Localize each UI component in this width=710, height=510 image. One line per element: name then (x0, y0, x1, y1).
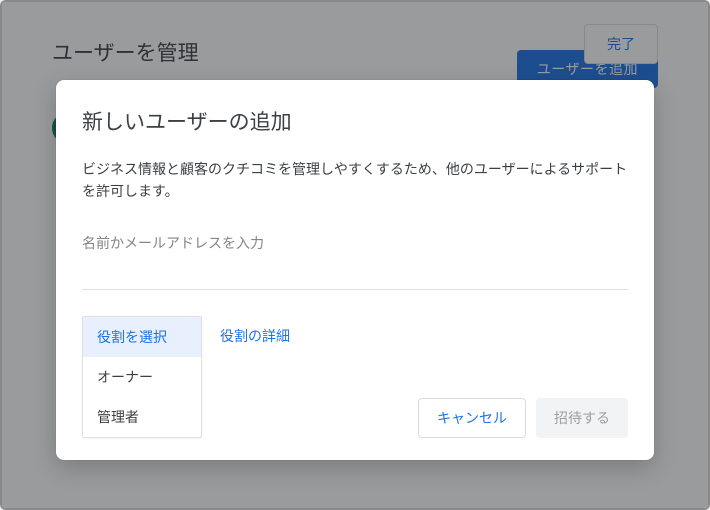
cancel-button[interactable]: キャンセル (418, 398, 526, 438)
invite-button: 招待する (536, 398, 628, 438)
role-option-manager[interactable]: 管理者 (83, 397, 201, 437)
dialog-title: 新しいユーザーの追加 (82, 106, 628, 136)
role-select-dropdown[interactable]: 役割を選択 オーナー 管理者 (82, 316, 202, 438)
divider (82, 289, 628, 290)
role-details-link[interactable]: 役割の詳細 (220, 316, 290, 346)
dialog-description: ビジネス情報と顧客のクチコミを管理しやすくするため、他のユーザーによるサポートを… (82, 158, 628, 203)
add-user-dialog: 新しいユーザーの追加 ビジネス情報と顧客のクチコミを管理しやすくするため、他のユ… (56, 80, 654, 460)
role-option-placeholder[interactable]: 役割を選択 (83, 317, 201, 357)
role-option-owner[interactable]: オーナー (83, 357, 201, 397)
name-email-input[interactable]: 名前かメールアドレスを入力 (82, 233, 628, 253)
